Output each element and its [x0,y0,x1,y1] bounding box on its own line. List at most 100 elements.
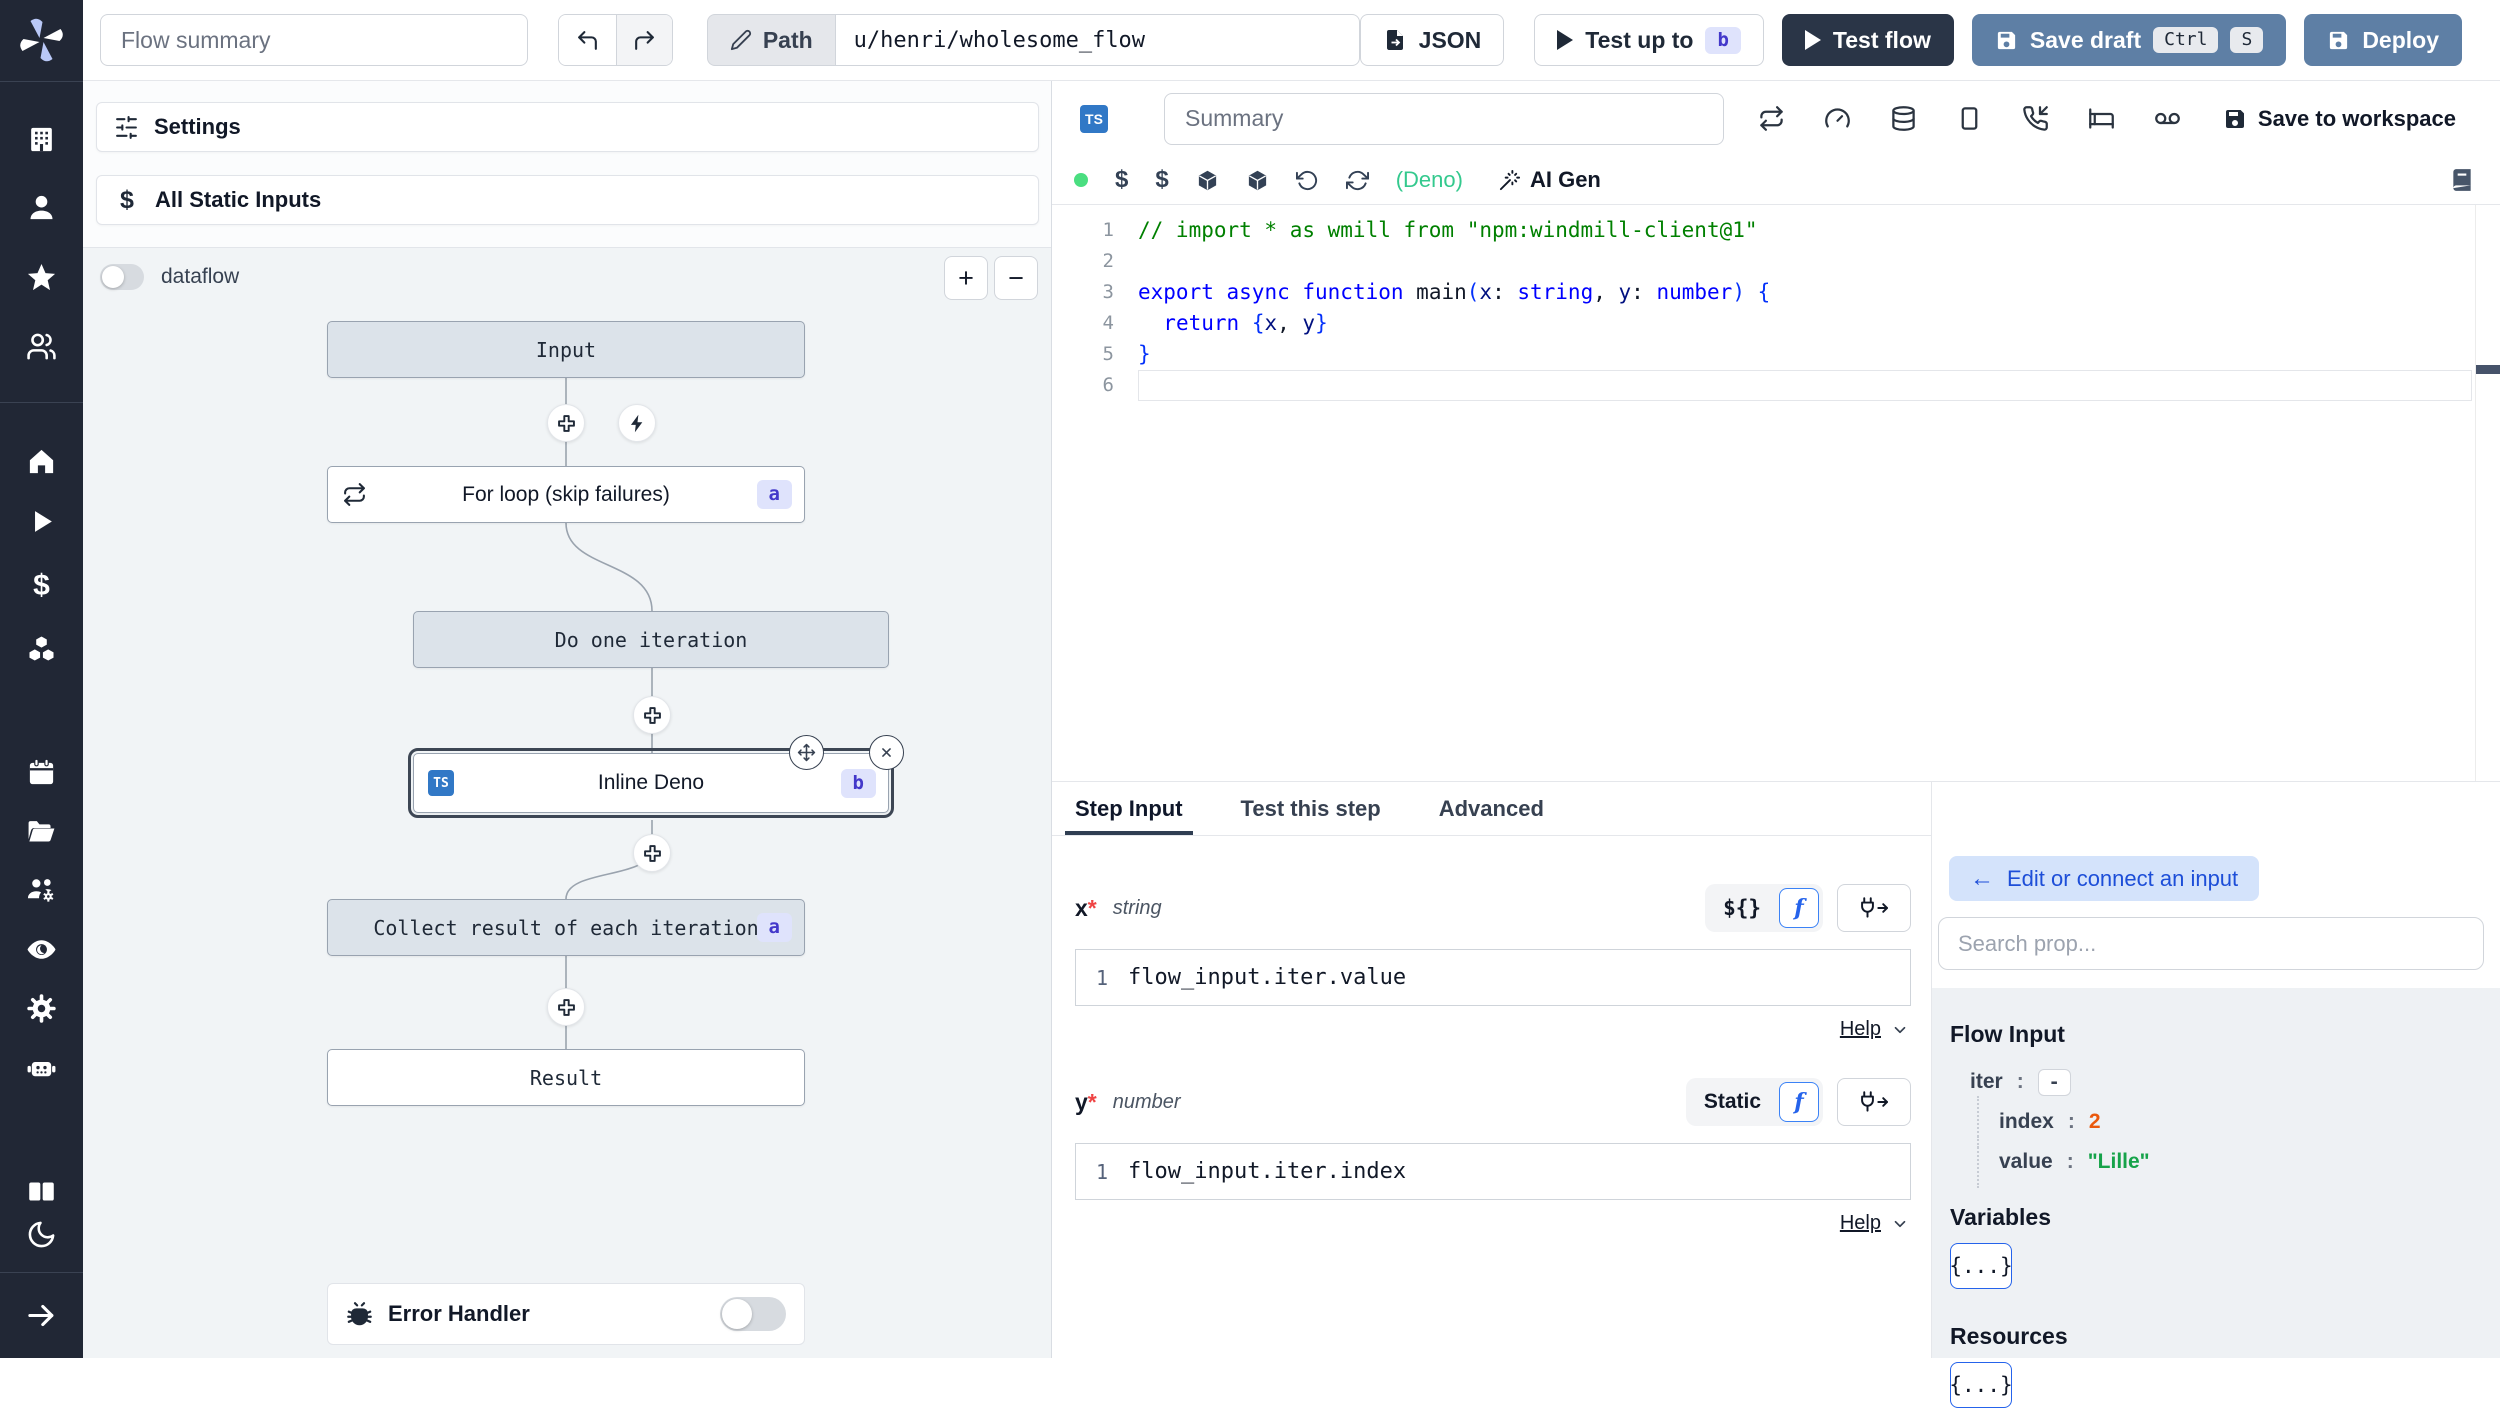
prop-row[interactable]: value: "Lille" [1977,1136,2500,1188]
star-icon[interactable] [26,262,57,293]
tab-advanced[interactable]: Advanced [1439,782,1544,835]
windmill-logo-icon[interactable] [18,16,65,63]
all-static-inputs-row[interactable]: $ All Static Inputs [96,175,1039,225]
resources-expand-button[interactable]: {...} [1949,1362,2013,1408]
dataflow-toggle[interactable] [100,264,144,290]
json-button[interactable]: JSON [1359,14,1505,66]
node-inline-deno[interactable]: TS Inline Deno b [408,735,904,818]
folder-open-icon[interactable] [26,816,57,847]
settings-gear-icon[interactable] [26,993,57,1024]
buildings-icon[interactable] [26,124,57,155]
deploy-label: Deploy [2362,26,2439,53]
package-icon[interactable] [1246,169,1269,192]
refresh-icon[interactable] [1345,169,1369,192]
mode-javascript-option[interactable]: f [1779,1082,1819,1122]
books-icon[interactable] [26,1176,57,1207]
undo-button[interactable] [559,15,616,65]
tab-test-this-step[interactable]: Test this step [1241,782,1381,835]
prop-row[interactable]: index:2 [1977,1096,2500,1148]
field-row-y: y* number Static f [1075,1078,1911,1126]
collapse-arrow-icon[interactable] [26,1300,57,1331]
redo-button[interactable] [615,15,672,65]
add-trigger-button[interactable] [618,404,656,442]
code-line[interactable]: 2 [1052,246,2500,277]
add-step-button[interactable] [633,696,671,734]
runtime-label[interactable]: (Deno) [1396,167,1463,193]
test-flow-button[interactable]: Test flow [1781,14,1954,66]
package-icon[interactable] [1196,169,1219,192]
dollar-icon[interactable]: $ [1155,166,1168,194]
book-icon[interactable] [2449,167,2475,193]
flow-settings-row[interactable]: Settings [96,102,1039,152]
users-icon[interactable] [26,331,57,362]
dollar-icon[interactable]: $ [1115,166,1128,194]
test-up-to-button[interactable]: Test up to b [1534,14,1764,66]
connect-input-button[interactable] [1837,884,1911,932]
mode-javascript-option[interactable]: f [1779,888,1819,928]
close-icon [882,748,891,757]
flow-graph-canvas[interactable]: dataflow + − Input For loop (skip failur… [83,247,1051,1358]
move-step-handle[interactable] [789,735,824,770]
path-input[interactable] [834,14,1360,66]
code-line[interactable]: 5} [1052,339,2500,370]
zoom-in-button[interactable]: + [944,256,988,300]
rotate-ccw-icon[interactable] [1295,169,1319,192]
gauge-icon[interactable] [1824,105,1851,132]
dollar-icon[interactable]: $ [26,570,57,601]
home-icon[interactable] [26,446,57,477]
help-link-x[interactable]: Help [1840,1018,1909,1041]
summary-input[interactable] [1164,92,1724,145]
error-handler-label: Error Handler [388,1301,530,1326]
error-handler-row[interactable]: Error Handler [327,1283,805,1345]
path-chip[interactable]: Path [706,14,835,66]
error-handler-toggle[interactable] [720,1297,786,1331]
node-collect-result[interactable]: Collect result of each iteration a [327,899,805,956]
help-link-y[interactable]: Help [1840,1212,1909,1235]
search-prop-input[interactable] [1938,917,2484,970]
tablet-icon[interactable] [1956,105,1983,132]
flow-summary-input[interactable] [100,14,529,66]
plus-icon [643,844,661,862]
add-step-button[interactable] [633,834,671,872]
code-line[interactable]: 3 export async function main(x: string, y… [1052,277,2500,308]
user-icon[interactable] [26,192,57,223]
voicemail-icon[interactable] [2154,105,2181,132]
ai-gen-button[interactable]: AI Gen [1498,167,1601,193]
expr-input-y[interactable]: 1 flow_input.iter.index [1075,1143,1911,1200]
node-forloop[interactable]: For loop (skip failures) a [327,466,805,523]
boxes-icon[interactable] [26,634,57,665]
connect-input-button[interactable] [1837,1078,1911,1126]
add-step-button[interactable] [547,988,585,1026]
deploy-button[interactable]: Deploy [2304,14,2462,66]
users-gear-icon[interactable] [26,875,57,906]
code-editor[interactable]: 1// import * as wmill from "npm:windmill… [1052,205,2500,781]
mode-static-option[interactable]: Static [1690,1090,1775,1114]
edit-or-connect-button[interactable]: ← Edit or connect an input [1949,856,2260,901]
moon-icon[interactable] [26,1219,57,1250]
zoom-out-button[interactable]: − [994,256,1038,300]
delete-step-button[interactable] [869,735,904,770]
variables-expand-button[interactable]: {...} [1949,1243,2013,1289]
node-result[interactable]: Result [327,1049,805,1106]
robot-icon[interactable] [26,1053,57,1084]
code-line[interactable]: 4 return {x, y} [1052,308,2500,339]
calendar-icon[interactable] [26,757,57,788]
repeat-icon[interactable] [1758,105,1785,132]
add-step-button[interactable] [547,404,585,442]
prop-row[interactable]: iter: - [1950,1062,2500,1102]
node-input[interactable]: Input [327,321,805,378]
code-line[interactable]: 6 [1052,370,2500,401]
expr-input-x[interactable]: 1 flow_input.iter.value [1075,949,1911,1006]
line-number: 1 [1095,1159,1109,1184]
node-do-one-iteration[interactable]: Do one iteration [413,611,889,668]
play-icon[interactable] [26,506,57,537]
save-draft-button[interactable]: Save draft Ctrl S [1971,14,2287,66]
database-icon[interactable] [1890,105,1917,132]
mode-template-option[interactable]: ${} [1709,896,1775,920]
tab-step-input[interactable]: Step Input [1065,782,1193,835]
eye-icon[interactable] [26,934,57,965]
phone-incoming-icon[interactable] [2022,105,2049,132]
code-line[interactable]: 1// import * as wmill from "npm:windmill… [1052,215,2500,246]
bed-icon[interactable] [2088,105,2115,132]
save-to-workspace-button[interactable]: Save to workspace [2223,106,2456,132]
